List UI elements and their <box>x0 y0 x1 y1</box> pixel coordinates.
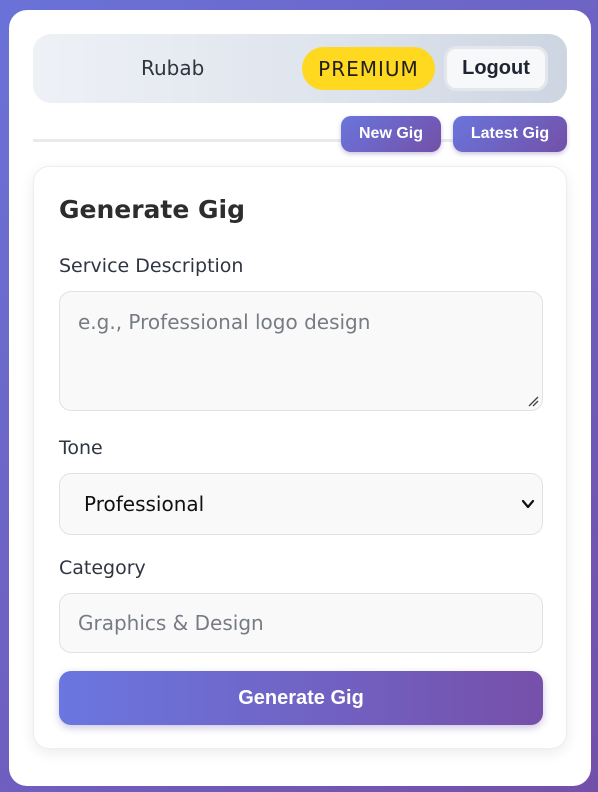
category-input[interactable]: Graphics & Design <box>59 593 543 653</box>
new-gig-button[interactable]: New Gig <box>341 116 441 152</box>
form-title: Generate Gig <box>59 195 246 224</box>
username: Rubab <box>141 56 205 80</box>
logout-button[interactable]: Logout <box>444 46 548 91</box>
tone-select[interactable]: Professional <box>59 473 543 535</box>
service-description-label: Service Description <box>59 255 244 277</box>
tone-label: Tone <box>59 437 103 459</box>
category-placeholder: Graphics & Design <box>78 611 264 635</box>
latest-gig-button[interactable]: Latest Gig <box>453 116 567 152</box>
app-card: Rubab PREMIUM Logout New Gig Latest Gig … <box>9 10 591 786</box>
tone-selected-value: Professional <box>84 492 205 516</box>
category-label: Category <box>59 557 146 579</box>
generate-gig-form: Generate Gig Service Description e.g., P… <box>33 166 567 749</box>
generate-gig-button[interactable]: Generate Gig <box>59 671 543 725</box>
chevron-down-icon <box>521 499 535 509</box>
header-bar: Rubab PREMIUM Logout <box>33 34 567 103</box>
resize-grip-icon[interactable] <box>528 396 539 407</box>
service-description-placeholder: e.g., Professional logo design <box>78 310 371 334</box>
premium-badge: PREMIUM <box>302 47 435 90</box>
service-description-textarea[interactable]: e.g., Professional logo design <box>59 291 543 411</box>
